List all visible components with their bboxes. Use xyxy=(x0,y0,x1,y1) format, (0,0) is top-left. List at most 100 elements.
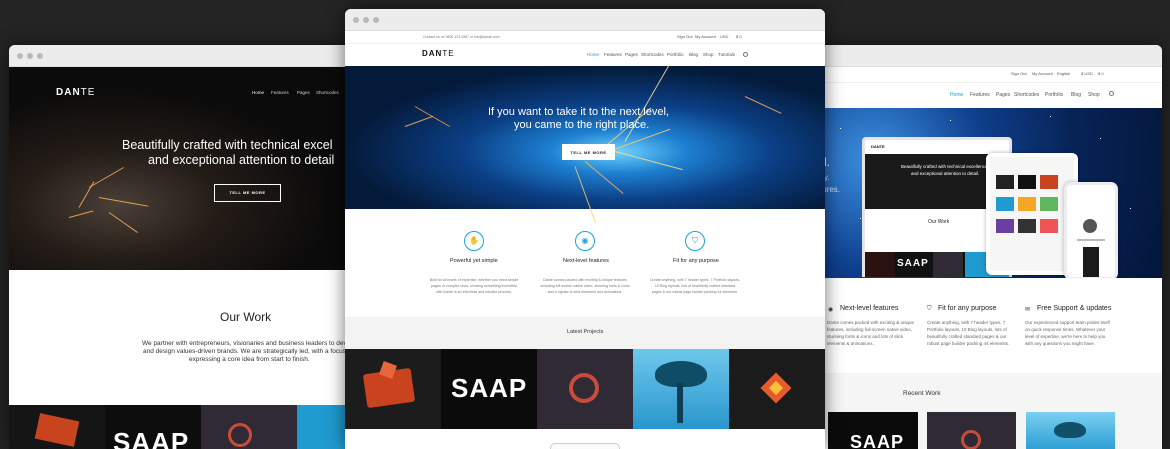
right-feature-1-line: stunning fonts & icons and lots of slick xyxy=(827,334,904,339)
right-search-icon[interactable] xyxy=(1109,91,1114,96)
eye-icon: ◉ xyxy=(575,231,595,251)
left-hero-button[interactable]: TELL ME MORE xyxy=(214,184,281,202)
left-body-line2: and design values-driven brands. We are … xyxy=(143,348,346,355)
center-feature-title-3: Fit for any purpose xyxy=(673,258,719,264)
center-topbar-signout[interactable]: Sign Out xyxy=(677,34,693,39)
hand-icon: ✋ xyxy=(464,231,484,251)
shield-icon: ⛉ xyxy=(927,306,932,312)
window-dot xyxy=(363,17,369,23)
center-feature-2-line: and a myriad of slick elements and anima… xyxy=(547,290,623,294)
left-hero-line2: and exceptional attention to detail xyxy=(148,153,335,167)
center-nav-home[interactable]: Home xyxy=(587,52,599,57)
right-feature-1-line: features, including full-screen native v… xyxy=(827,327,913,332)
mock-line2: and exceptional attention to detail. xyxy=(911,171,980,176)
center-search-icon[interactable] xyxy=(743,52,748,57)
right-feature-2-line: robust page builder packing 44 elements. xyxy=(927,341,1010,346)
right-feature-3-line: Our experienced support team prides itse… xyxy=(1025,320,1110,325)
right-nav-features[interactable]: Features xyxy=(970,92,990,98)
center-topbar-account[interactable]: My Account xyxy=(695,34,716,39)
right-recent-title: Recent Work xyxy=(903,390,941,397)
window-dot xyxy=(373,17,379,23)
center-nav-tutorials[interactable]: Tutorials xyxy=(718,52,735,57)
right-feature-3-line: with any questions you might have. xyxy=(1025,341,1096,346)
right-window-chrome xyxy=(800,45,1162,67)
left-work-tile[interactable] xyxy=(201,405,297,449)
center-browser-window: Contact us on 0800 123 4567 or info@dant… xyxy=(345,9,825,449)
window-dot xyxy=(353,17,359,23)
center-nav-features[interactable]: Features xyxy=(604,52,622,57)
center-topbar-currency[interactable]: USD xyxy=(720,34,728,39)
left-browser-window: DANTE Home Features Pages Shortcodes Bea… xyxy=(9,45,369,449)
left-nav-pages[interactable]: Pages xyxy=(297,90,310,95)
left-hero-line1: Beautifully crafted with technical excel xyxy=(122,138,333,152)
window-dot xyxy=(17,53,23,59)
right-nav-shop[interactable]: Shop xyxy=(1088,92,1100,98)
shield-icon: ⛉ xyxy=(685,231,705,251)
right-feature-1-line: elements & animations. xyxy=(827,341,874,346)
left-logo[interactable]: DANTE xyxy=(56,87,95,98)
left-work-tile-saap[interactable]: SAAP xyxy=(105,405,201,449)
right-nav-blog[interactable]: Blog xyxy=(1071,92,1081,98)
right-feature-title-1: Next-level features xyxy=(840,305,899,312)
center-feature-1-line: with Dante is an effortless and intuitiv… xyxy=(436,290,512,294)
center-feature-title-2: Next-level features xyxy=(563,258,609,264)
right-topbar-currency[interactable]: $ USD xyxy=(1081,71,1093,76)
eye-icon: ◉ xyxy=(828,307,834,313)
right-feature-2-line: Portfolio layouts, 10 Blog layouts, lots… xyxy=(927,327,1007,332)
left-nav-home[interactable]: Home xyxy=(252,90,264,95)
center-nav-portfolio[interactable]: Portfolio xyxy=(667,52,684,57)
center-hero-button[interactable]: TELL ME MORE xyxy=(562,144,615,160)
right-work-tile[interactable] xyxy=(927,412,1016,449)
center-window-chrome xyxy=(345,9,825,31)
left-window-chrome xyxy=(9,45,369,67)
mock-section: Our Work xyxy=(928,219,950,225)
right-feature-3-line: on quick response times. Whatever your xyxy=(1025,327,1106,332)
center-topbar-cart[interactable]: $ 0 xyxy=(736,34,742,39)
load-more-button[interactable] xyxy=(550,443,620,449)
center-latest-title: Latest Projects xyxy=(567,329,604,335)
center-work-tile[interactable] xyxy=(345,349,441,429)
left-nav-shortcodes[interactable]: Shortcodes xyxy=(316,90,339,95)
right-feature-2-line: beautifully crafted standard pages & our xyxy=(927,334,1007,339)
window-dot xyxy=(27,53,33,59)
center-nav-shortcodes[interactable]: Shortcodes xyxy=(641,52,664,57)
center-logo[interactable]: DANTE xyxy=(422,49,455,58)
right-topbar-account[interactable]: My Account xyxy=(1032,71,1053,76)
center-work-tile[interactable] xyxy=(729,349,825,429)
right-work-tile[interactable] xyxy=(1026,412,1115,449)
center-topbar-contact: Contact us on 0800 123 4567 or info@dant… xyxy=(423,35,500,39)
center-nav-blog[interactable]: Blog xyxy=(689,52,698,57)
center-work-tile-saap[interactable]: SAAP xyxy=(441,349,537,429)
right-feature-2-line: Create anything, with 7 header types, 7 xyxy=(927,320,1006,325)
center-feature-3-line: pages & our robust page builder packing … xyxy=(651,290,739,294)
left-body-line3: expressing a core idea from start to fin… xyxy=(189,356,310,363)
right-topbar-cart[interactable]: $ 0 xyxy=(1098,71,1104,76)
center-nav-shop[interactable]: Shop xyxy=(703,52,714,57)
right-browser-window: Sign Out My Account English $ USD $ 0 Ho… xyxy=(800,45,1162,449)
center-hero xyxy=(345,63,825,224)
right-feature-title-2: Fit for any purpose xyxy=(938,305,997,312)
phone-mockup xyxy=(1064,182,1118,280)
right-nav-shortcodes[interactable]: Shortcodes xyxy=(1014,92,1039,98)
center-feature-title-1: Powerful yet simple xyxy=(450,258,498,264)
left-work-tile[interactable] xyxy=(9,405,105,449)
left-section-title: Our Work xyxy=(220,310,272,324)
right-topbar-signout[interactable]: Sign Out xyxy=(1011,71,1027,76)
right-work-tile-saap[interactable]: SAAP xyxy=(828,412,918,449)
right-topbar-language[interactable]: English xyxy=(1057,71,1070,76)
right-feature-title-3: Free Support & updates xyxy=(1037,305,1112,312)
center-nav-pages[interactable]: Pages xyxy=(625,52,638,57)
chat-icon: ✉ xyxy=(1025,307,1031,313)
center-work-tile[interactable] xyxy=(633,349,729,429)
center-hero-line1: If you want to take it to the next level… xyxy=(488,106,669,118)
mock-logo: DANTE xyxy=(871,144,885,149)
right-nav-pages[interactable]: Pages xyxy=(996,92,1010,98)
right-feature-3-line: level of expertise, we're here to help y… xyxy=(1025,334,1106,339)
left-nav-features[interactable]: Features xyxy=(271,90,289,95)
center-work-tile[interactable] xyxy=(537,349,633,429)
window-dot xyxy=(37,53,43,59)
right-nav-portfolio[interactable]: Portfolio xyxy=(1045,92,1063,98)
center-hero-line2: you came to the right place. xyxy=(514,119,650,131)
right-nav-home[interactable]: Home xyxy=(950,92,963,98)
mock-line1: Beautifully crafted with technical excel… xyxy=(901,164,988,169)
